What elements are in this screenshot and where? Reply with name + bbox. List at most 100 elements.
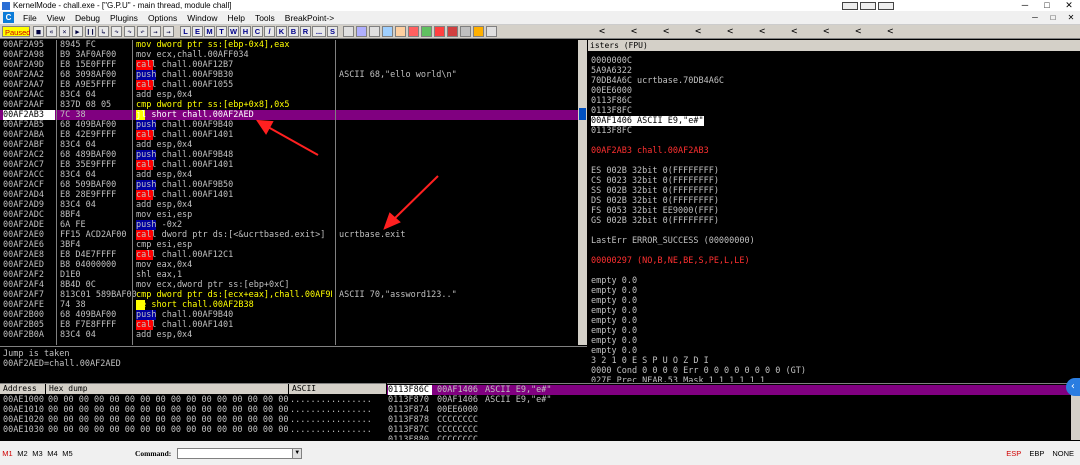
- toolbar-letter-r[interactable]: R: [300, 26, 311, 37]
- register-line[interactable]: ES 002B 32bit 0(FFFFFFFF): [591, 166, 719, 176]
- disasm-row[interactable]: 00AF2AC2 68 489BAF00 push chall.00AF9B48: [0, 150, 587, 160]
- menu-file[interactable]: File: [18, 13, 42, 23]
- disasm-row[interactable]: 00AF2AA2 68 3098AF00 push chall.00AF9B30 AS…: [0, 70, 587, 80]
- disasm-row[interactable]: 00AF2B05 E8 F7E8FFFF call chall.00AF1401: [0, 320, 587, 330]
- register-line[interactable]: 0113F8FC: [591, 106, 632, 116]
- disasm-row[interactable]: 00AF2AED B8 04000000 mov eax,0x4: [0, 260, 587, 270]
- mdi-minimize-button[interactable]: ─: [1026, 13, 1044, 22]
- toolbar-letter-t[interactable]: T: [216, 26, 227, 37]
- register-line[interactable]: 0113F86C: [591, 96, 632, 106]
- toolbar-letter-h[interactable]: H: [240, 26, 251, 37]
- tab-m1[interactable]: M1: [0, 449, 15, 458]
- scan-icon[interactable]: [460, 26, 471, 37]
- close-button[interactable]: ✕: [1058, 0, 1080, 11]
- disasm-row[interactable]: 00AF2ABF 83C4 04 add esp,0x4: [0, 140, 587, 150]
- disasm-scrollbar[interactable]: [578, 40, 587, 345]
- esp-button[interactable]: ESP: [1006, 449, 1021, 458]
- nav-arrow[interactable]: <: [695, 26, 701, 37]
- disasm-row[interactable]: 00AF2ADE 6A FE push -0x2: [0, 220, 587, 230]
- pause-icon[interactable]: ❙❙: [85, 26, 96, 37]
- run-icon[interactable]: ▶: [72, 26, 83, 37]
- register-line[interactable]: GS 002B 32bit 0(FFFFFFFF): [591, 216, 719, 226]
- disasm-row[interactable]: 00AF2ADC 8BF4 mov esi,esp: [0, 210, 587, 220]
- register-line[interactable]: 5A9A6322: [591, 66, 632, 76]
- register-line[interactable]: empty 0.0: [591, 286, 637, 296]
- list-icon[interactable]: [369, 26, 380, 37]
- register-line[interactable]: empty 0.0: [591, 306, 637, 316]
- toolbar-letter-s[interactable]: S: [327, 26, 338, 37]
- dump-row[interactable]: 00AE1010 00 00 00 00 00 00 00 00 00 00 00…: [3, 405, 372, 415]
- disasm-row[interactable]: 00AF2A95 8945 FC mov dword ptr ss:[ebp-0x4…: [0, 40, 587, 50]
- bug-icon[interactable]: [421, 26, 432, 37]
- toolbar-letter-b[interactable]: B: [288, 26, 299, 37]
- register-line[interactable]: empty 0.0: [591, 346, 637, 356]
- register-line[interactable]: LastErr ERROR_SUCCESS (00000000): [591, 236, 755, 246]
- nav-arrow[interactable]: <: [823, 26, 829, 37]
- disasm-row[interactable]: 00AF2AB3 7C 38 jl short chall.00AF2AED: [0, 110, 587, 120]
- maximize-button[interactable]: □: [1036, 0, 1058, 11]
- settings-icon[interactable]: [356, 26, 367, 37]
- nav-arrow[interactable]: <: [727, 26, 733, 37]
- menu-breakpoint[interactable]: BreakPoint->: [280, 13, 339, 23]
- disasm-row[interactable]: 00AF2B0A 83C4 04 add esp,0x4: [0, 330, 587, 340]
- register-line[interactable]: CS 0023 32bit 0(FFFFFFFF): [591, 176, 719, 186]
- disasm-row[interactable]: 00AF2A9D E8 15E0FFFF call chall.00AF12B7: [0, 60, 587, 70]
- disasm-row[interactable]: 00AF2AF7 813C01 589BAF00 cmp dword ptr ds:…: [0, 290, 587, 300]
- register-line[interactable]: empty 0.0: [591, 326, 637, 336]
- nav-arrow[interactable]: <: [631, 26, 637, 37]
- menu-options[interactable]: Options: [143, 13, 182, 23]
- tab-m5[interactable]: M5: [60, 449, 75, 458]
- minimize-button[interactable]: ─: [1014, 0, 1036, 11]
- register-line[interactable]: empty 0.0: [591, 276, 637, 286]
- trace-into-icon[interactable]: ↷: [124, 26, 135, 37]
- toolbar-letter-m[interactable]: M: [204, 26, 215, 37]
- block-icon[interactable]: [434, 26, 445, 37]
- menu-tools[interactable]: Tools: [250, 13, 280, 23]
- menu-help[interactable]: Help: [222, 13, 249, 23]
- command-input[interactable]: ▼: [177, 447, 303, 459]
- nav-arrow[interactable]: <: [887, 26, 893, 37]
- tab-m4[interactable]: M4: [45, 449, 60, 458]
- hex-dump-panel[interactable]: Address Hex dump ASCII 00AE1000 00 00 00 …: [0, 383, 386, 440]
- c-logo-icon[interactable]: C: [3, 12, 14, 23]
- ebp-button[interactable]: EBP: [1029, 449, 1044, 458]
- disasm-row[interactable]: 00AF2AE6 3BF4 cmp esi,esp: [0, 240, 587, 250]
- trace-over-icon[interactable]: ↶: [137, 26, 148, 37]
- mdi-close-button[interactable]: ✕: [1062, 13, 1080, 22]
- disasm-row[interactable]: 00AF2AAC 83C4 04 add esp,0x4: [0, 90, 587, 100]
- step-over-icon[interactable]: ↷: [111, 26, 122, 37]
- register-line[interactable]: empty 0.0: [591, 336, 637, 346]
- nav-arrow[interactable]: <: [759, 26, 765, 37]
- register-line[interactable]: 00AF1406 ASCII E9,"e#": [591, 116, 704, 126]
- disasm-row[interactable]: 00AF2AE0 FF15 ACD2AF00 call dword ptr ds:[…: [0, 230, 587, 240]
- menu-view[interactable]: View: [42, 13, 70, 23]
- title-mini-button[interactable]: [878, 1, 894, 10]
- register-line[interactable]: empty 0.0: [591, 316, 637, 326]
- menu-debug[interactable]: Debug: [70, 13, 105, 23]
- register-line[interactable]: 0000 Cond 0 0 0 0 Err 0 0 0 0 0 0 0 0 (G…: [591, 366, 806, 376]
- close-file-icon[interactable]: ×: [59, 26, 70, 37]
- register-line[interactable]: 70DB4A6C ucrtbase.70DB4A6C: [591, 76, 724, 86]
- execute-till-return-icon[interactable]: →: [150, 26, 161, 37]
- tab-m3[interactable]: M3: [30, 449, 45, 458]
- a-icon[interactable]: [408, 26, 419, 37]
- stack-row[interactable]: 0113F874 00EE6000: [387, 405, 1080, 415]
- disasm-row[interactable]: 00AF2AF2 D1E0 shl eax,1: [0, 270, 587, 280]
- disasm-row[interactable]: 00AF2AC7 E8 35E9FFFF call chall.00AF1401: [0, 160, 587, 170]
- nav-arrow[interactable]: <: [791, 26, 797, 37]
- disasm-row[interactable]: 00AF2AB5 68 409BAF00 push chall.00AF9B40: [0, 120, 587, 130]
- nav-arrow[interactable]: <: [599, 26, 605, 37]
- toolbar-letter-e[interactable]: E: [192, 26, 203, 37]
- disasm-row[interactable]: 00AF2AF4 8B4D 0C mov ecx,dword ptr ss:[ebp…: [0, 280, 587, 290]
- register-line[interactable]: DS 002B 32bit 0(FFFFFFFF): [591, 196, 719, 206]
- nav-arrow[interactable]: <: [855, 26, 861, 37]
- disasm-row[interactable]: 00AF2AA7 E8 A9E5FFFF call chall.00AF1055: [0, 80, 587, 90]
- grid-icon[interactable]: [343, 26, 354, 37]
- register-line[interactable]: 00EE6000: [591, 86, 632, 96]
- stack-row[interactable]: 0113F87C CCCCCCCC: [387, 425, 1080, 435]
- register-line[interactable]: empty 0.0: [591, 296, 637, 306]
- mdi-maximize-button[interactable]: □: [1044, 13, 1062, 22]
- disasm-row[interactable]: 00AF2ACC 83C4 04 add esp,0x4: [0, 170, 587, 180]
- title-mini-button[interactable]: [860, 1, 876, 10]
- dump-header-address[interactable]: Address: [0, 384, 45, 394]
